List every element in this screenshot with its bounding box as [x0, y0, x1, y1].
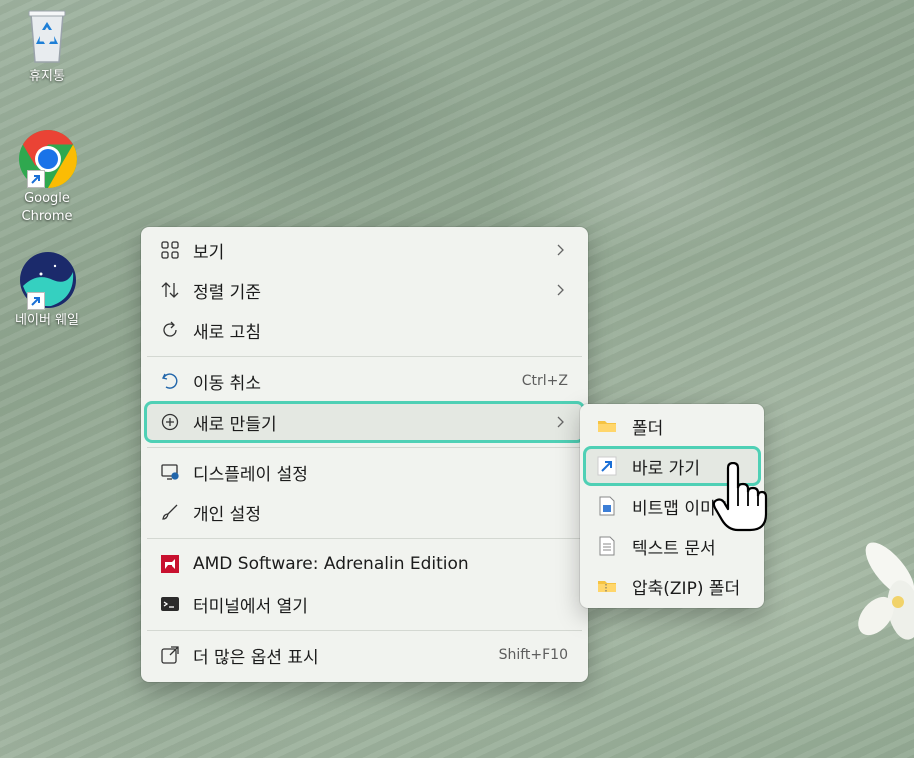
menu-separator: [147, 356, 582, 357]
submenu-item-label: 바로 가기: [632, 458, 700, 479]
plus-circle-icon: [159, 411, 181, 433]
menu-item-label: 보기: [193, 242, 225, 263]
amd-logo-icon: [159, 553, 181, 575]
menu-item-sort-by[interactable]: 정렬 기준: [147, 272, 582, 308]
menu-item-label: 개인 설정: [193, 504, 261, 525]
menu-item-label: 터미널에서 열기: [193, 596, 308, 617]
submenu-item-text-document[interactable]: 텍스트 문서: [586, 529, 758, 563]
shortcut-text: Ctrl+Z: [521, 373, 568, 389]
menu-item-display-settings[interactable]: 디스플레이 설정: [147, 454, 582, 490]
menu-item-personalize[interactable]: 개인 설정: [147, 494, 582, 530]
menu-item-label: AMD Software: Adrenalin Edition: [193, 554, 469, 574]
menu-item-amd-software[interactable]: AMD Software: Adrenalin Edition: [147, 546, 582, 582]
menu-separator: [147, 538, 582, 539]
folder-icon: [596, 415, 618, 437]
refresh-icon: [159, 319, 181, 341]
submenu-item-label: 폴더: [632, 418, 664, 439]
brush-icon: [159, 501, 181, 523]
menu-item-open-terminal[interactable]: 터미널에서 열기: [147, 586, 582, 622]
sort-icon: [159, 279, 181, 301]
menu-item-label: 정렬 기준: [193, 282, 261, 303]
menu-item-label: 새로 만들기: [193, 414, 277, 435]
menu-separator: [147, 447, 582, 448]
chevron-right-icon: [554, 284, 568, 296]
desktop-context-menu: 보기 정렬 기준 새로 고침 이동 취소 Ctrl+Z 새로 만들기 디스플레이…: [141, 227, 588, 682]
whale-shortcut[interactable]: 네이버 웨일: [4, 250, 90, 330]
submenu-item-label: 텍스트 문서: [632, 538, 716, 559]
menu-item-undo-move[interactable]: 이동 취소 Ctrl+Z: [147, 363, 582, 399]
shortcut-arrow-icon: [27, 170, 45, 188]
shortcut-arrow-icon: [27, 292, 45, 310]
menu-separator: [147, 630, 582, 631]
submenu-item-folder[interactable]: 폴더: [586, 409, 758, 443]
whale-label: 네이버 웨일: [15, 313, 79, 328]
text-file-icon: [596, 535, 618, 557]
menu-item-new[interactable]: 새로 만들기: [147, 404, 582, 440]
terminal-icon: [159, 593, 181, 615]
chevron-right-icon: [554, 244, 568, 256]
menu-item-show-more-options[interactable]: 더 많은 옵션 표시 Shift+F10: [147, 637, 582, 673]
menu-item-view[interactable]: 보기: [147, 232, 582, 268]
chrome-label: Google Chrome: [21, 191, 73, 224]
submenu-item-zip-folder[interactable]: 압축(ZIP) 폴더: [586, 569, 758, 603]
zip-folder-icon: [596, 575, 618, 597]
recycle-bin-shortcut[interactable]: 휴지통: [4, 6, 90, 86]
display-settings-icon: [159, 461, 181, 483]
naver-whale-icon: [17, 250, 77, 310]
shortcut-arrow-icon: [596, 455, 618, 477]
menu-item-label: 새로 고침: [193, 322, 261, 343]
menu-item-label: 디스플레이 설정: [193, 464, 308, 485]
bitmap-file-icon: [596, 495, 618, 517]
menu-item-refresh[interactable]: 새로 고침: [147, 312, 582, 348]
chevron-right-icon: [554, 416, 568, 428]
menu-item-label: 더 많은 옵션 표시: [193, 647, 319, 668]
open-external-icon: [159, 644, 181, 666]
chrome-shortcut[interactable]: Google Chrome: [4, 128, 90, 226]
recycle-bin-icon: [17, 6, 77, 66]
submenu-item-label: 압축(ZIP) 폴더: [632, 578, 741, 599]
shortcut-text: Shift+F10: [498, 647, 568, 663]
hand-pointer-cursor: [712, 461, 768, 534]
grid-icon: [159, 239, 181, 261]
menu-item-label: 이동 취소: [193, 373, 261, 394]
undo-icon: [159, 370, 181, 392]
chrome-icon: [17, 128, 77, 188]
flower-decoration: [846, 530, 914, 690]
recycle-bin-label: 휴지통: [29, 69, 65, 84]
